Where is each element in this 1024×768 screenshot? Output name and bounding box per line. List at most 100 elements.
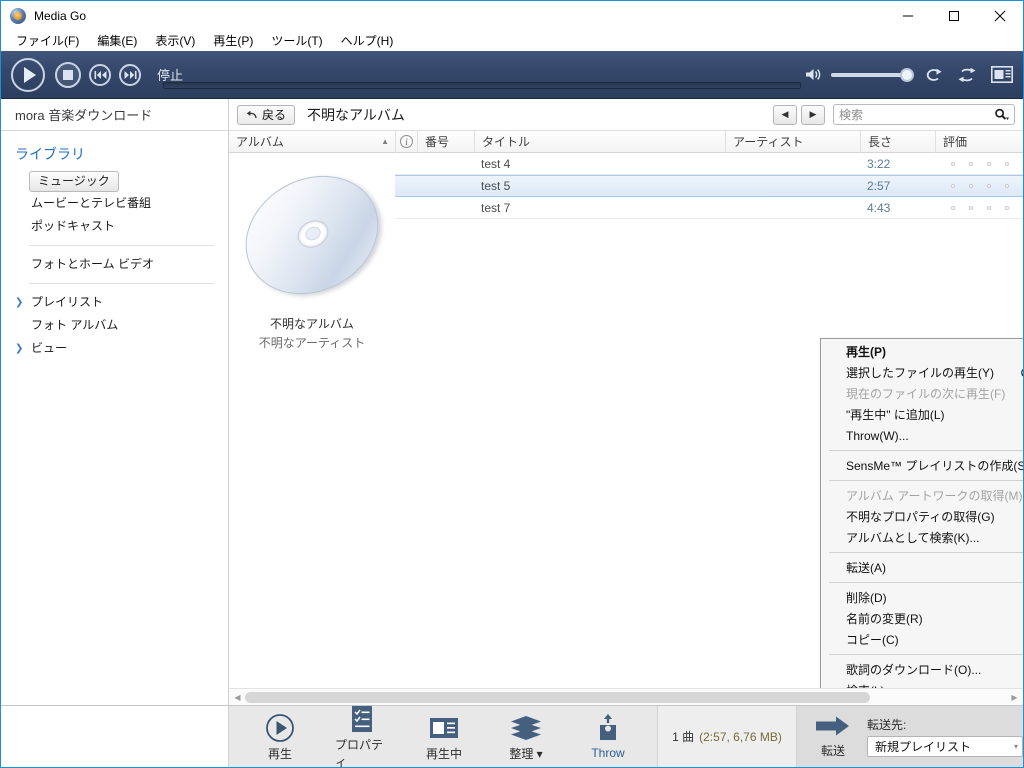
rating-dot[interactable] xyxy=(951,161,955,166)
scroll-right-arrow-icon[interactable]: ▶ xyxy=(1007,690,1022,705)
table-row[interactable]: test 7 4:43 xyxy=(395,197,1023,219)
row-rating[interactable] xyxy=(935,197,1023,219)
table-row[interactable]: test 5 2:57 xyxy=(395,175,1023,197)
column-header-rating[interactable]: 評価 xyxy=(935,130,1023,153)
maximize-button[interactable] xyxy=(931,1,977,31)
menu-help[interactable]: ヘルプ(H) xyxy=(332,31,403,51)
transfer-button[interactable]: 転送 xyxy=(809,715,857,759)
context-menu-item-create-sensme-playlist[interactable]: SensMe™ プレイリストの作成(S)... xyxy=(821,455,1023,476)
sidebar-item-views[interactable]: ❯ ビュー xyxy=(1,337,228,360)
sidebar-separator-2 xyxy=(29,283,214,284)
repeat-all-button[interactable] xyxy=(957,67,977,83)
previous-button[interactable] xyxy=(89,63,111,86)
stop-icon xyxy=(63,69,73,80)
context-menu-item-play-next: 現在のファイルの次に再生(F) xyxy=(821,383,1023,404)
seek-slider[interactable] xyxy=(163,82,801,89)
bottom-organize-button[interactable]: 整理 ▾ xyxy=(499,712,553,762)
rating-dot[interactable] xyxy=(987,161,991,166)
search-box[interactable]: 検索 xyxy=(833,104,1015,125)
sidebar-tree: ライブラリ ミュージック ムービーとテレビ番組 ポッドキャスト フォトとホーム … xyxy=(1,131,228,360)
context-menu-item-download-lyrics[interactable]: 歌詞のダウンロード(O)... xyxy=(821,659,1023,680)
context-menu-item-transfer[interactable]: 転送(A) ▶ xyxy=(821,557,1023,578)
play-button[interactable] xyxy=(11,57,45,92)
context-menu-item-label: 選択したファイルの再生(Y) xyxy=(846,366,994,380)
chevron-right-icon[interactable]: ❯ xyxy=(15,297,23,308)
sidebar-item-podcasts[interactable]: ポッドキャスト xyxy=(1,215,228,238)
column-header-title[interactable]: タイトル xyxy=(474,130,725,153)
context-menu-item-rename[interactable]: 名前の変更(R) F2 xyxy=(821,608,1023,629)
sidebar-item-photo-albums[interactable]: フォト アルバム xyxy=(1,314,228,337)
rating-dot[interactable] xyxy=(1005,205,1009,210)
chevron-right-icon[interactable]: ❯ xyxy=(15,343,23,354)
context-menu-item-throw[interactable]: Throw(W)... xyxy=(821,425,1023,446)
bottom-throw-button[interactable]: Throw xyxy=(581,713,635,760)
context-menu-item-search[interactable]: 検索(L) ▶ xyxy=(821,680,1023,688)
rating-dot[interactable] xyxy=(969,205,973,210)
rating-dot[interactable] xyxy=(987,184,991,188)
sidebar-library-heading[interactable]: ライブラリ xyxy=(1,141,228,167)
menu-bar: ファイル(F) 編集(E) 表示(V) 再生(P) ツール(T) ヘルプ(H) xyxy=(1,31,1023,51)
now-playing-icon xyxy=(429,712,459,744)
transfer-destination-select[interactable]: 新規プレイリスト ▾ xyxy=(867,736,1023,757)
sidebar-item-movies-tv[interactable]: ムービーとテレビ番組 xyxy=(1,192,228,215)
close-button[interactable] xyxy=(977,1,1023,31)
volume-slider-knob[interactable] xyxy=(900,67,914,82)
album-group-cell[interactable]: 不明なアルバム 不明なアーティスト xyxy=(229,153,400,351)
rating-dot[interactable] xyxy=(951,184,955,188)
search-icon[interactable] xyxy=(994,108,1009,121)
volume-button[interactable] xyxy=(805,67,823,82)
back-button[interactable]: 戻る xyxy=(237,104,296,125)
menu-play[interactable]: 再生(P) xyxy=(204,31,262,51)
volume-slider[interactable] xyxy=(831,67,914,82)
stop-button[interactable] xyxy=(55,61,81,88)
column-header-album[interactable]: アルバム ▲ xyxy=(229,131,395,153)
context-menu-item-search-as-album[interactable]: アルバムとして検索(K)... xyxy=(821,527,1023,548)
search-input[interactable]: 検索 xyxy=(839,106,994,123)
column-header-info[interactable]: i xyxy=(395,130,417,153)
menu-edit[interactable]: 編集(E) xyxy=(88,31,146,51)
next-button[interactable] xyxy=(119,63,141,86)
context-menu-item-delete[interactable]: 削除(D) Delete xyxy=(821,587,1023,608)
row-rating[interactable] xyxy=(935,175,1023,197)
minimize-button[interactable] xyxy=(885,1,931,31)
bottom-properties-button[interactable]: プロパティ xyxy=(335,703,389,768)
column-header-length[interactable]: 長さ xyxy=(860,130,935,153)
bottom-now-playing-button[interactable]: 再生中 xyxy=(417,712,471,762)
sidebar-item-playlists[interactable]: ❯ プレイリスト xyxy=(1,291,228,314)
play-circle-icon xyxy=(265,712,295,744)
repeat-one-button[interactable] xyxy=(923,67,943,83)
column-header-artist[interactable]: アーティスト xyxy=(725,130,860,153)
context-menu-item-play-selected[interactable]: 選択したファイルの再生(Y) Ctrl+Enter xyxy=(821,362,1023,383)
rating-dot[interactable] xyxy=(1005,161,1009,166)
context-menu-item-get-unknown-properties[interactable]: 不明なプロパティの取得(G) xyxy=(821,506,1023,527)
context-menu-item-add-to-now-playing[interactable]: "再生中" に追加(L) xyxy=(821,404,1023,425)
context-menu-item-copy[interactable]: コピー(C) Ctrl+C xyxy=(821,629,1023,650)
sidebar-separator-1 xyxy=(29,245,214,246)
row-rating[interactable] xyxy=(935,153,1023,175)
rating-dot[interactable] xyxy=(969,161,973,166)
sidebar-item-views-label: ビュー xyxy=(31,341,68,355)
column-header-number[interactable]: 番号 xyxy=(417,130,474,153)
sidebar-item-music[interactable]: ミュージック xyxy=(29,171,119,192)
menu-tools[interactable]: ツール(T) xyxy=(262,31,331,51)
bottom-properties-label: プロパティ xyxy=(335,738,384,768)
context-menu-item-play[interactable]: 再生(P) Enter xyxy=(821,341,1023,362)
menu-view[interactable]: 表示(V) xyxy=(146,31,204,51)
nav-next-button[interactable]: ▶ xyxy=(801,104,825,125)
rating-dot[interactable] xyxy=(951,205,955,210)
nav-previous-button[interactable]: ◀ xyxy=(773,104,797,125)
rating-dot[interactable] xyxy=(1005,184,1009,188)
transfer-arrow-icon xyxy=(816,715,850,740)
bottom-play-button[interactable]: 再生 xyxy=(253,712,307,762)
back-button-label: 戻る xyxy=(262,108,287,122)
scroll-left-arrow-icon[interactable]: ◀ xyxy=(230,690,245,705)
view-layout-button[interactable] xyxy=(991,66,1013,83)
rating-dot[interactable] xyxy=(987,205,991,210)
row-artist xyxy=(725,197,860,219)
mora-download-link[interactable]: mora 音楽ダウンロード xyxy=(1,99,228,131)
scrollbar-thumb[interactable] xyxy=(245,691,870,703)
rating-dot[interactable] xyxy=(969,184,973,188)
menu-file[interactable]: ファイル(F) xyxy=(7,31,88,51)
sidebar-item-photos-home-video[interactable]: フォトとホーム ビデオ xyxy=(1,253,228,276)
table-row[interactable]: test 4 3:22 xyxy=(395,153,1023,175)
